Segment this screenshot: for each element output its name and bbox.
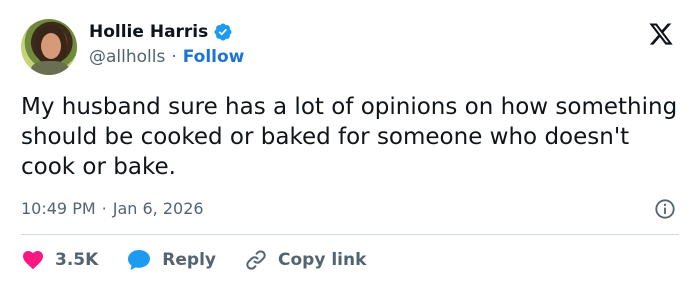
heart-icon — [23, 251, 43, 270]
follow-button[interactable]: Follow — [183, 47, 245, 67]
author-name[interactable]: Hollie Harris — [89, 22, 208, 42]
info-icon[interactable] — [654, 198, 676, 220]
avatar[interactable] — [21, 19, 77, 75]
link-icon — [246, 250, 266, 270]
copy-link-label: Copy link — [278, 250, 367, 270]
reply-label: Reply — [162, 250, 216, 270]
reply-button[interactable]: Reply — [126, 248, 216, 272]
tweet-date[interactable]: Jan 6, 2026 — [113, 199, 204, 218]
copy-link-button[interactable]: Copy link — [244, 248, 366, 272]
tweet-meta: 10:49 PM · Jan 6, 2026 — [21, 199, 204, 218]
tweet-card: Hollie Harris @allholls · Follow My husb… — [0, 0, 700, 287]
author-block: Hollie Harris @allholls · Follow — [89, 20, 244, 67]
action-bar: 3.5K Reply Copy link — [21, 246, 394, 274]
x-logo-icon[interactable] — [648, 21, 674, 47]
like-count: 3.5K — [55, 250, 99, 270]
tweet-time[interactable]: 10:49 PM — [21, 199, 96, 218]
verified-badge-icon — [214, 23, 232, 41]
handle-separator: · — [171, 47, 177, 67]
author-handle[interactable]: @allholls — [89, 47, 165, 67]
tweet-text: My husband sure has a lot of opinions on… — [21, 94, 678, 180]
divider — [21, 234, 679, 235]
reply-bubble-icon — [128, 250, 151, 270]
meta-separator: · — [101, 199, 107, 218]
like-button[interactable]: 3.5K — [21, 248, 98, 272]
